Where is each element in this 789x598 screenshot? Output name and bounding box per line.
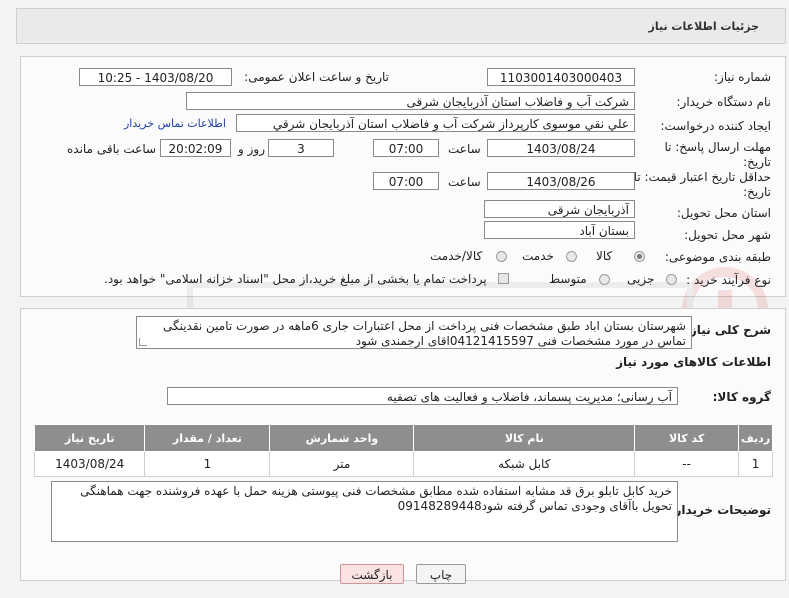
table-row[interactable]: 1 -- کابل شبکه متر 1 1403/08/24 — [33, 451, 773, 477]
col-name: نام کالا — [413, 424, 636, 452]
summary-label: شرح کلی نیاز: — [685, 323, 771, 337]
goods-section-title: اطلاعات کالاهای مورد نیاز — [616, 355, 771, 369]
price-validity-date-field[interactable]: 1403/08/26 — [487, 172, 635, 190]
back-button[interactable]: بازگشت — [340, 564, 404, 584]
category-both-label: کالا/خدمت — [430, 249, 483, 263]
reply-time-field[interactable]: 07:00 — [373, 139, 439, 157]
price-validity-time-field[interactable]: 07:00 — [373, 172, 439, 190]
requester-label: ایجاد کننده درخواست: — [660, 119, 771, 133]
cell-unit: متر — [269, 451, 415, 477]
col-qty: تعداد / مقدار — [144, 424, 271, 452]
cell-qty: 1 — [144, 451, 271, 477]
resize-grip-icon[interactable] — [139, 338, 147, 346]
summary-text: شهرستان بستان اباد طبق مشخصات فنی پرداخت… — [162, 319, 686, 348]
process-medium-radio[interactable] — [599, 274, 610, 285]
remaining-days-field[interactable]: 3 — [268, 139, 334, 157]
delivery-province-field[interactable]: آذربایجان شرقی — [484, 200, 635, 218]
col-row: ردیف — [738, 424, 773, 452]
price-validity-date-label: تاریخ: — [743, 185, 771, 199]
remaining-label: ساعت باقی مانده — [67, 142, 157, 156]
announce-label: تاریخ و ساعت اعلان عمومی: — [244, 70, 389, 84]
need-number-label: شماره نیاز: — [714, 70, 771, 84]
reply-time-label: ساعت — [448, 142, 481, 156]
cell-name: کابل شبکه — [413, 451, 636, 477]
delivery-city-field[interactable]: بستان آباد — [484, 221, 635, 239]
price-validity-time-label: ساعت — [448, 175, 481, 189]
cell-date: 1403/08/24 — [33, 451, 146, 477]
cell-code: -- — [634, 451, 740, 477]
buyer-contact-link[interactable]: اطلاعات تماس خریدار — [124, 117, 226, 130]
buyer-org-label: نام دستگاه خریدار: — [676, 95, 772, 109]
delivery-province-label: استان محل تحویل: — [676, 206, 771, 220]
buyer-notes-label: توضیحات خریدار: — [669, 503, 771, 517]
remaining-time-field[interactable]: 20:02:09 — [160, 139, 231, 157]
days-label: روز و — [238, 142, 265, 156]
treasury-payment-note: پرداخت تمام یا بخشی از مبلغ خرید،از محل … — [104, 272, 487, 286]
goods-group-label: گروه کالا: — [712, 390, 771, 404]
delivery-city-label: شهر محل تحویل: — [684, 228, 771, 242]
reply-deadline-label: مهلت ارسال پاسخ: تا — [664, 140, 771, 154]
category-service-radio[interactable] — [566, 251, 577, 262]
process-medium-label: متوسط — [549, 272, 587, 286]
buyer-notes-text: خرید کابل تابلو برق قد مشابه استفاده شده… — [80, 484, 672, 513]
need-number-field[interactable]: 1103001403000403 — [487, 68, 635, 86]
page-header: جزئیات اطلاعات نیاز — [16, 8, 786, 44]
category-goods-label: کالا — [596, 249, 613, 263]
print-button[interactable]: چاپ — [416, 564, 466, 584]
treasury-payment-checkbox[interactable] — [498, 273, 509, 284]
process-minor-label: جزیی — [627, 272, 655, 286]
col-unit: واحد شمارش — [269, 424, 415, 452]
category-goods-radio[interactable] — [634, 251, 645, 262]
buyer-org-field[interactable]: شرکت آب و فاضلاب استان آذربایجان شرقی — [186, 92, 635, 110]
page-title: جزئیات اطلاعات نیاز — [648, 20, 760, 33]
reply-deadline-date-label: تاریخ: — [743, 155, 771, 169]
category-service-label: خدمت — [522, 249, 554, 263]
cell-row: 1 — [738, 451, 773, 477]
summary-textarea[interactable]: شهرستان بستان اباد طبق مشخصات فنی پرداخت… — [136, 316, 692, 349]
col-date: تاریخ نیاز — [33, 424, 146, 452]
requester-field[interactable]: علي نقي موسوی کارپرداز شرکت آب و فاضلاب … — [236, 114, 635, 132]
goods-group-field[interactable]: آب رسانی؛ مدیریت پسماند، فاضلاب و فعالیت… — [167, 387, 678, 405]
buyer-notes-textarea[interactable]: خرید کابل تابلو برق قد مشابه استفاده شده… — [51, 481, 678, 542]
col-code: کد کالا — [634, 424, 740, 452]
goods-table: ردیف کد کالا نام کالا واحد شمارش تعداد /… — [33, 424, 773, 477]
category-label: طبقه بندی موضوعی: — [664, 250, 771, 264]
price-validity-label: حداقل تاریخ اعتبار قیمت: تا — [633, 170, 771, 184]
reply-date-field[interactable]: 1403/08/24 — [487, 139, 635, 157]
process-label: نوع فرآیند خرید : — [686, 273, 771, 287]
announce-datetime-field[interactable]: 1403/08/20 - 10:25 — [79, 68, 232, 86]
category-both-radio[interactable] — [496, 251, 507, 262]
goods-table-header: ردیف کد کالا نام کالا واحد شمارش تعداد /… — [33, 424, 773, 452]
process-minor-radio[interactable] — [666, 274, 677, 285]
